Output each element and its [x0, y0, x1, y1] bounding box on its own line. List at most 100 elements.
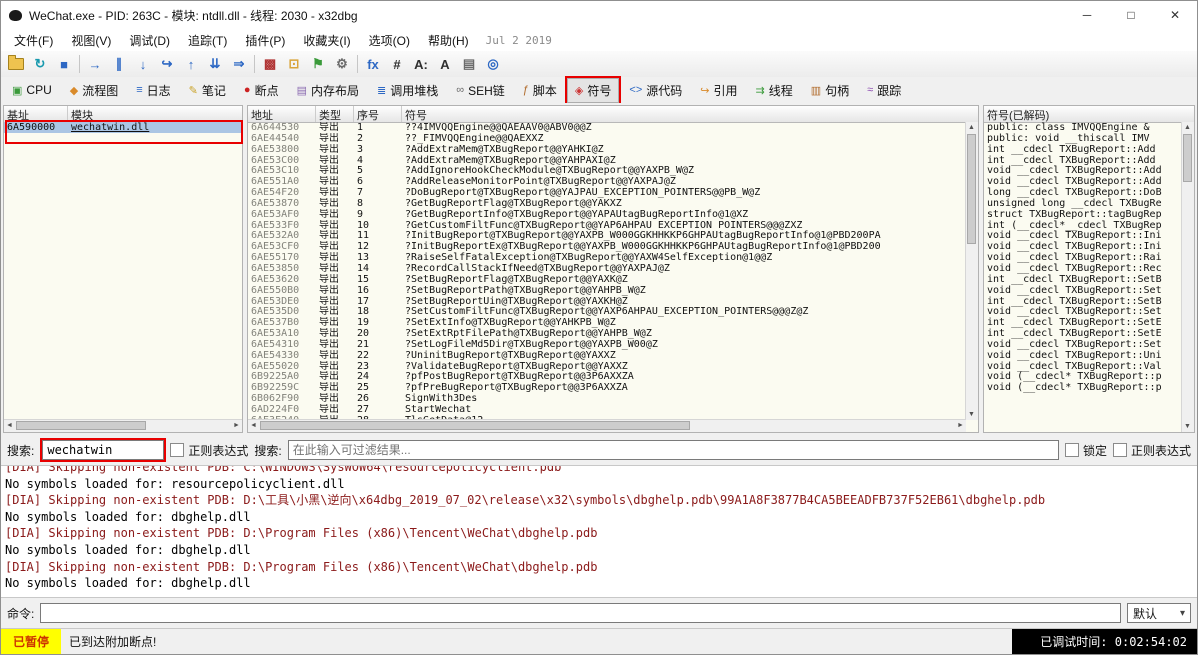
tab-threads[interactable]: ⇉线程: [748, 78, 801, 103]
decoded-symbol-row[interactable]: void __cdecl TXBugReport::Val: [984, 361, 1182, 372]
bookmark-icon[interactable]: ⚑: [307, 54, 329, 74]
decoded-symbol-row[interactable]: int (__cdecl*__cdecl TXBugRep: [984, 220, 1182, 231]
decoded-symbol-row[interactable]: int __cdecl TXBugReport::Add: [984, 155, 1182, 166]
stop-icon[interactable]: ■: [53, 54, 75, 74]
scroll-thumb[interactable]: [260, 421, 690, 430]
tab-notes[interactable]: ✎笔记: [181, 78, 234, 103]
tab-references[interactable]: ↪引用: [692, 78, 745, 103]
symbol-row[interactable]: 6AE55170导出13?RaiseSelfFatalException@TXB…: [248, 252, 966, 263]
symbol-row[interactable]: 6B92259C导出25?pfPreBugReport@TXBugReport@…: [248, 382, 966, 393]
decoded-symbol-row[interactable]: void __cdecl TXBugReport::Rai: [984, 252, 1182, 263]
scroll-left-arrow[interactable]: ◄: [248, 420, 259, 431]
symbol-row[interactable]: 6AE53DE0导出17?SetBugReportUin@TXBugReport…: [248, 296, 966, 307]
tab-cpu[interactable]: ▣CPU: [4, 79, 60, 101]
decoded-symbol-row[interactable]: unsigned long __cdecl TXBugRe: [984, 198, 1182, 209]
decoded-symbol-row[interactable]: void __cdecl TXBugReport::Rec: [984, 263, 1182, 274]
decoded-symbol-row[interactable]: int __cdecl TXBugReport::SetE: [984, 328, 1182, 339]
font-icon[interactable]: A: [434, 54, 456, 74]
run-icon[interactable]: →: [84, 54, 106, 74]
symbol-row[interactable]: 6AE53A10导出20?SetExtRptFilePath@TXBugRepo…: [248, 328, 966, 339]
menu-item[interactable]: 收藏夹(I): [294, 30, 359, 51]
module-filter-input[interactable]: [42, 440, 164, 460]
search-globe-icon[interactable]: ◎: [482, 54, 504, 74]
scroll-right-arrow[interactable]: ►: [231, 420, 242, 431]
decoded-symbol-row[interactable]: void __cdecl TXBugReport::Set: [984, 285, 1182, 296]
decoded-symbol-row[interactable]: public: class IMVQQEngine &: [984, 122, 1182, 133]
calculator-icon[interactable]: fx: [362, 54, 384, 74]
symbol-row[interactable]: 6B9225A0导出24?pfPostBugReport@TXBugReport…: [248, 371, 966, 382]
decoded-vertical-scrollbar[interactable]: ▲ ▼: [1181, 122, 1194, 432]
scroll-left-arrow[interactable]: ◄: [4, 420, 15, 431]
tab-breakpoints[interactable]: ●断点: [236, 78, 287, 103]
close-button[interactable]: ✕: [1153, 1, 1197, 29]
menu-item[interactable]: 帮助(H): [419, 30, 478, 51]
tab-source[interactable]: <>源代码: [621, 78, 690, 103]
symbol-row[interactable]: 6AE53850导出14?RecordCallStackIfNeed@TXBug…: [248, 263, 966, 274]
menu-item[interactable]: 选项(O): [360, 30, 419, 51]
restart-icon[interactable]: ↻: [29, 54, 51, 74]
tab-script[interactable]: ƒ脚本: [515, 78, 565, 103]
decoded-symbol-row[interactable]: int __cdecl TXBugReport::SetE: [984, 317, 1182, 328]
menu-item[interactable]: 插件(P): [236, 30, 294, 51]
menu-item[interactable]: 视图(V): [62, 30, 120, 51]
menu-item[interactable]: 追踪(T): [179, 30, 236, 51]
tab-seh-chain[interactable]: ∞SEH链: [448, 78, 513, 103]
symbol-row[interactable]: 6A644530导出1??4IMVQQEngine@@QAEAAV0@ABV0@…: [248, 122, 966, 133]
font-size-icon[interactable]: A:: [410, 54, 432, 74]
symbol-regex-checkbox[interactable]: [1113, 443, 1127, 457]
symbol-filter-input[interactable]: [288, 440, 1059, 460]
symbol-row[interactable]: 6AE53C10导出5?AddIgnoreHookCheckModule@TXB…: [248, 165, 966, 176]
menu-item[interactable]: 文件(F): [5, 30, 62, 51]
symbol-row[interactable]: 6AE535D0导出18?SetCustomFiltFunc@TXBugRepo…: [248, 306, 966, 317]
symbol-row[interactable]: 6AE55020导出23?ValidateBugReport@TXBugRepo…: [248, 361, 966, 372]
scroll-thumb[interactable]: [16, 421, 146, 430]
step-out-icon[interactable]: ↑: [180, 54, 202, 74]
tab-handles[interactable]: ▥句柄: [803, 78, 857, 103]
tab-graph[interactable]: ◆流程图: [62, 78, 126, 103]
tab-log[interactable]: ≡日志: [128, 78, 178, 103]
scroll-right-arrow[interactable]: ►: [955, 420, 966, 431]
decoded-symbol-row[interactable]: int __cdecl TXBugReport::SetB: [984, 274, 1182, 285]
skip-icon[interactable]: ⇒: [228, 54, 250, 74]
step-over-icon[interactable]: ↪: [156, 54, 178, 74]
decoded-symbol-row[interactable]: int __cdecl TXBugReport::SetB: [984, 296, 1182, 307]
symbol-row[interactable]: 6AE53CF0导出12?InitBugReportEx@TXBugReport…: [248, 241, 966, 252]
scroll-thumb[interactable]: [1183, 134, 1192, 182]
comment-icon[interactable]: ⊡: [283, 54, 305, 74]
settings-icon[interactable]: ⚙: [331, 54, 353, 74]
memory-icon[interactable]: ▤: [458, 54, 480, 74]
log-output[interactable]: [DIA] Skipping non-existent PDB: C:\WIND…: [1, 465, 1197, 598]
lock-checkbox[interactable]: [1065, 443, 1079, 457]
symbol-row[interactable]: 6AE550B0导出16?SetBugReportPath@TXBugRepor…: [248, 285, 966, 296]
symbols-vertical-scrollbar[interactable]: ▲ ▼: [965, 122, 978, 420]
patches-icon[interactable]: ▩: [259, 54, 281, 74]
menu-item[interactable]: 调试(D): [120, 30, 179, 51]
modules-horizontal-scrollbar[interactable]: ◄ ►: [4, 419, 242, 432]
decoded-symbol-row[interactable]: void (__cdecl* TXBugReport::p: [984, 382, 1182, 393]
module-row[interactable]: 6A590000wechatwin.dll: [4, 122, 242, 133]
decoded-symbol-row[interactable]: int __cdecl TXBugReport::Add: [984, 144, 1182, 155]
symbol-row[interactable]: 6AE53800导出3?AddExtraMem@TXBugReport@@YAH…: [248, 144, 966, 155]
symbol-row[interactable]: 6AE53C00导出4?AddExtraMem@TXBugReport@@YAH…: [248, 155, 966, 166]
decoded-symbol-row[interactable]: void __cdecl TXBugReport::Add: [984, 165, 1182, 176]
symbol-row[interactable]: 6AE54F20导出7?DoBugReport@TXBugReport@@YAJ…: [248, 187, 966, 198]
command-profile-dropdown[interactable]: 默认 ▾: [1127, 603, 1191, 623]
command-input[interactable]: [40, 603, 1121, 623]
tab-trace[interactable]: ≈跟踪: [859, 78, 909, 103]
decoded-symbol-row[interactable]: struct TXBugReport::tagBugRep: [984, 209, 1182, 220]
symbol-row[interactable]: 6AE532A0导出11?InitBugReport@TXBugReport@@…: [248, 230, 966, 241]
decoded-symbol-row[interactable]: void __cdecl TXBugReport::Set: [984, 306, 1182, 317]
symbol-row[interactable]: 6AE53620导出15?SetBugReportFlag@TXBugRepor…: [248, 274, 966, 285]
decoded-symbol-row[interactable]: void __cdecl TXBugReport::Ini: [984, 241, 1182, 252]
hash-icon[interactable]: #: [386, 54, 408, 74]
pause-icon[interactable]: ∥: [108, 54, 130, 74]
symbol-row[interactable]: 6AE53870导出8?GetBugReportFlag@TXBugReport…: [248, 198, 966, 209]
scroll-thumb[interactable]: [967, 134, 976, 244]
decoded-symbol-row[interactable]: void __cdecl TXBugReport::Add: [984, 176, 1182, 187]
decoded-symbol-row[interactable]: public: void __thiscall IMV: [984, 133, 1182, 144]
step-into-icon[interactable]: ↓: [132, 54, 154, 74]
module-regex-checkbox[interactable]: [170, 443, 184, 457]
decoded-symbol-row[interactable]: long __cdecl TXBugReport::DoB: [984, 187, 1182, 198]
symbol-row[interactable]: 6AE537B0导出19?SetExtInfo@TXBugReport@@YAH…: [248, 317, 966, 328]
symbol-row[interactable]: 6B062F90导出26SignWith3Des: [248, 393, 966, 404]
